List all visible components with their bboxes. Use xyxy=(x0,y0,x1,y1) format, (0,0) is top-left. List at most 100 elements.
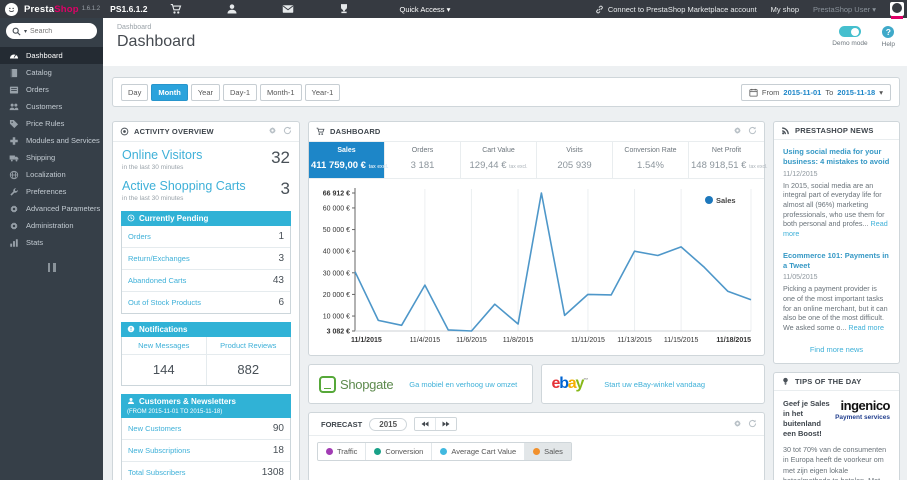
panel-refresh-icon[interactable] xyxy=(748,126,757,137)
currently-pending-section: Currently Pending Orders 1 Return/Exchang… xyxy=(121,210,291,314)
forecast-prev-button[interactable] xyxy=(415,418,436,430)
panel-settings-gear-icon[interactable] xyxy=(733,419,742,430)
total-subscribers-row[interactable]: Total Subscribers 1308 xyxy=(122,460,290,480)
mail-icon[interactable] xyxy=(282,3,294,15)
sidebar: ▾ Dashboard Catalog Orders Customers Pri… xyxy=(0,18,103,480)
range-year-1-button[interactable]: Year-1 xyxy=(304,83,341,101)
legend-traffic[interactable]: Traffic xyxy=(318,443,366,460)
news-article-date: 11/05/2015 xyxy=(783,274,818,282)
search-scope-caret-icon[interactable]: ▾ xyxy=(24,28,27,35)
legend-conversion[interactable]: Conversion xyxy=(365,443,432,460)
quick-access-menu[interactable]: Quick Access ▾ xyxy=(400,5,451,14)
sidebar-search[interactable]: ▾ xyxy=(6,23,97,39)
sidebar-item-advanced-parameters[interactable]: Advanced Parameters xyxy=(0,200,103,217)
sidebar-item-preferences[interactable]: Preferences xyxy=(0,183,103,200)
panel-refresh-icon[interactable] xyxy=(748,419,757,430)
news-article-title[interactable]: Using social media for your business: 4 … xyxy=(783,147,890,167)
ebay-ad[interactable]: ebay™ Start uw eBay-winkel vandaag xyxy=(540,364,765,404)
sidebar-item-stats[interactable]: Stats xyxy=(0,234,103,251)
my-shop-link[interactable]: My shop xyxy=(771,5,799,14)
search-input[interactable] xyxy=(30,27,85,35)
legend-sales[interactable]: Sales xyxy=(524,443,571,460)
sidebar-item-catalog[interactable]: Catalog xyxy=(0,64,103,81)
user-avatar[interactable] xyxy=(890,2,904,19)
sidebar-item-orders[interactable]: Orders xyxy=(0,81,103,98)
kpi-sales[interactable]: Sales 411 759,00 € tax excl. xyxy=(309,142,388,178)
forecast-title: FORECAST xyxy=(321,419,363,429)
notifications-section: Notifications New Messages 144 Product R… xyxy=(121,321,291,386)
range-day-1-button[interactable]: Day-1 xyxy=(223,83,258,101)
svg-text:11/1/2015: 11/1/2015 xyxy=(351,337,382,344)
new-messages-cell[interactable]: New Messages 144 xyxy=(122,337,206,385)
search-icon xyxy=(12,27,21,36)
sidebar-collapse-icon[interactable] xyxy=(47,263,57,272)
range-year-button[interactable]: Year xyxy=(190,83,220,101)
shopgate-ad-link[interactable]: Ga mobiel en verhoog uw omzet xyxy=(409,380,517,389)
svg-text:11/15/2015: 11/15/2015 xyxy=(664,337,699,344)
pending-row-returns[interactable]: Return/Exchanges 3 xyxy=(122,246,290,269)
sidebar-item-customers[interactable]: Customers xyxy=(0,98,103,115)
demo-mode-toggle[interactable] xyxy=(838,26,861,37)
range-month-button[interactable]: Month xyxy=(151,83,188,101)
rewind-icon xyxy=(421,421,429,427)
user-menu[interactable]: PrestaShop User ▾ xyxy=(813,5,876,14)
kpi-conversion-rate[interactable]: Conversion Rate 1.54% xyxy=(613,142,689,178)
shopgate-ad[interactable]: Shopgate Ga mobiel en verhoog uw omzet xyxy=(308,364,533,404)
forecast-next-button[interactable] xyxy=(435,418,457,430)
news-article-date: 11/12/2015 xyxy=(783,170,818,178)
ebay-logo: ebay™ xyxy=(551,375,589,392)
pending-row-orders[interactable]: Orders 1 xyxy=(122,226,290,247)
breadcrumb: Dashboard xyxy=(117,24,152,31)
activity-panel-title: ACTIVITY OVERVIEW xyxy=(134,127,214,136)
ebay-ad-link[interactable]: Start uw eBay-winkel vandaag xyxy=(604,380,705,389)
svg-text:11/6/2015: 11/6/2015 xyxy=(456,337,487,344)
cart-icon xyxy=(316,127,325,136)
shopgate-logo: Shopgate xyxy=(319,375,394,393)
gear-icon xyxy=(9,221,19,231)
range-day-button[interactable]: Day xyxy=(121,83,149,101)
panel-refresh-icon[interactable] xyxy=(283,126,292,137)
marketplace-link[interactable]: Connect to PrestaShop Marketplace accoun… xyxy=(595,5,757,14)
person-icon xyxy=(127,397,135,405)
trophy-icon[interactable] xyxy=(338,3,350,15)
date-range-picker[interactable]: From 2015-11-01 To 2015-11-18 ▾ xyxy=(740,83,891,101)
sales-chart: 66 912 € 60 000 € 50 000 € 40 000 € 30 000 €… xyxy=(323,188,752,344)
kpi-cart-value[interactable]: Cart Value 129,44 € tax excl. xyxy=(461,142,537,178)
sidebar-item-modules[interactable]: Modules and Services xyxy=(0,132,103,149)
forecast-legend: Traffic Conversion Average Cart Value Sa… xyxy=(317,442,572,461)
news-panel-title: PRESTASHOP NEWS xyxy=(795,126,874,135)
panel-settings-gear-icon[interactable] xyxy=(733,126,742,137)
help-icon[interactable]: ? xyxy=(882,26,895,38)
range-month-1-button[interactable]: Month-1 xyxy=(260,83,302,101)
cart-icon[interactable] xyxy=(170,3,182,15)
sidebar-item-price-rules[interactable]: Price Rules xyxy=(0,115,103,132)
sidebar-item-shipping[interactable]: Shipping xyxy=(0,149,103,166)
kpi-visits[interactable]: Visits 205 939 xyxy=(537,142,613,178)
gears-icon xyxy=(9,204,19,214)
pending-row-abandoned-carts[interactable]: Abandoned Carts 43 xyxy=(122,268,290,291)
panel-settings-gear-icon[interactable] xyxy=(268,126,277,137)
svg-text:11/11/2015: 11/11/2015 xyxy=(571,337,605,344)
new-subscriptions-row[interactable]: New Subscriptions 18 xyxy=(122,438,290,461)
active-carts-metric: Active Shopping Carts in the last 30 min… xyxy=(122,178,290,202)
read-more-link[interactable]: Read more xyxy=(848,323,884,332)
new-customers-row[interactable]: New Customers 90 xyxy=(122,418,290,439)
legend-average-cart-value[interactable]: Average Cart Value xyxy=(431,443,525,460)
user-icon[interactable] xyxy=(226,3,238,15)
sidebar-item-administration[interactable]: Administration xyxy=(0,217,103,234)
pending-row-out-of-stock[interactable]: Out of Stock Products 6 xyxy=(122,290,290,313)
news-article-title[interactable]: Ecommerce 101: Payments in a Tweet xyxy=(783,251,890,271)
online-visitors-label: Online Visitors xyxy=(122,148,203,162)
chevron-down-icon: ▾ xyxy=(879,87,883,97)
sidebar-item-localization[interactable]: Localization xyxy=(0,166,103,183)
customers-icon xyxy=(9,102,19,112)
top-bar: PrestaShop 1.6.1.2 PS1.6.1.2 Quick Acces… xyxy=(0,0,907,19)
kpi-orders[interactable]: Orders 3 181 xyxy=(385,142,461,178)
find-more-news-link[interactable]: Find more news xyxy=(783,345,890,354)
forecast-year-badge: 2015 xyxy=(369,417,408,431)
product-reviews-cell[interactable]: Product Reviews 882 xyxy=(205,336,290,385)
main-content: Day Month Year Day-1 Month-1 Year-1 From… xyxy=(103,66,907,480)
kpi-net-profit[interactable]: Net Profit 148 918,51 € tax excl. xyxy=(689,142,767,178)
tag-icon xyxy=(9,119,19,129)
sidebar-item-dashboard[interactable]: Dashboard xyxy=(0,47,103,64)
